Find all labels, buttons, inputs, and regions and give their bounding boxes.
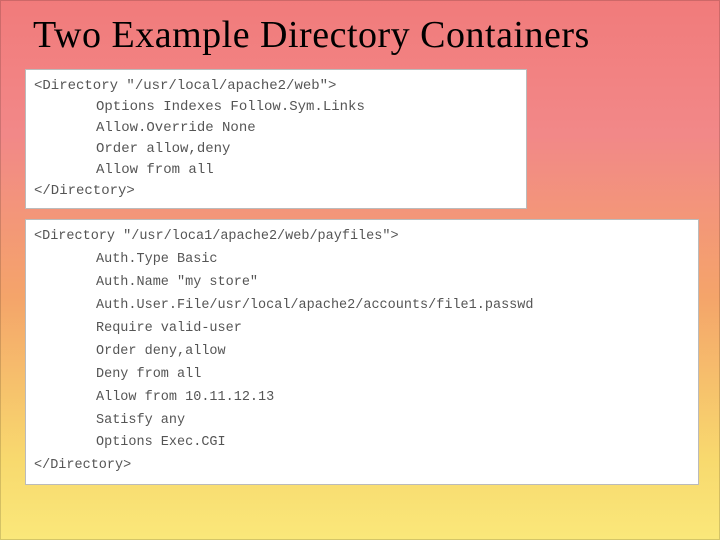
code-line: Satisfy any (96, 413, 185, 428)
code-line: Require valid-user (96, 321, 242, 336)
code-line: Order allow,deny (96, 141, 230, 157)
code-line: Auth.Type Basic (96, 252, 218, 267)
code-line: Allow from all (96, 162, 214, 178)
code-block-1: <Directory "/usr/local/apache2/web"> Opt… (25, 69, 527, 209)
code-line: Deny from all (96, 367, 201, 382)
code-line: Auth.Name "my store" (96, 275, 258, 290)
code-line: <Directory "/usr/loca1/apache2/web/payfi… (34, 229, 399, 244)
code-line: Allow.Override None (96, 120, 256, 136)
code-line: Order deny,allow (96, 344, 226, 359)
code-line: </Directory> (34, 183, 135, 199)
code-line: Options Indexes Follow.Sym.Links (96, 99, 365, 115)
code-line: Options Exec.CGI (96, 435, 226, 450)
slide-title: Two Example Directory Containers (25, 13, 695, 57)
code-line: <Directory "/usr/local/apache2/web"> (34, 78, 336, 94)
code-line: Allow from 10.11.12.13 (96, 390, 274, 405)
code-line: </Directory> (34, 458, 131, 473)
code-block-2: <Directory "/usr/loca1/apache2/web/payfi… (25, 219, 699, 485)
code-line: Auth.User.File/usr/local/apache2/account… (96, 298, 533, 313)
slide-container: Two Example Directory Containers <Direct… (0, 0, 720, 540)
